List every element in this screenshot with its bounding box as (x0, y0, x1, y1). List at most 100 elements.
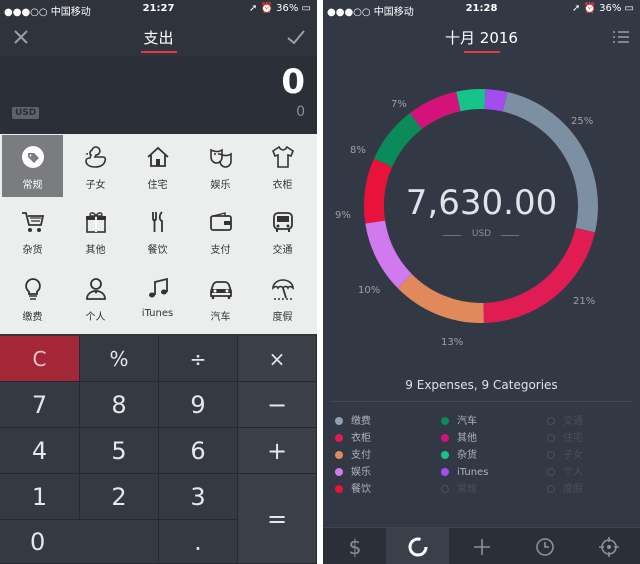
amount-secondary: 0 (296, 104, 305, 120)
target-icon (598, 537, 619, 557)
tab-stats[interactable] (386, 528, 450, 564)
key-8[interactable]: 8 (80, 382, 159, 428)
legend-item[interactable]: 度假 (547, 483, 583, 497)
legend-label: 娱乐 (351, 467, 371, 478)
legend-color-dot (441, 434, 449, 442)
legend-item[interactable]: 衣柜 (335, 432, 371, 446)
legend-item[interactable]: 杂货 (441, 449, 477, 463)
decimal-button[interactable]: . (159, 520, 238, 564)
legend-item[interactable]: 缴费 (335, 415, 371, 429)
expense-entry-screen: ●●●○○ 中国移动 21:27 ➚ ⏰ 36% ▭ 支出 0 0 USD 常规… (0, 0, 317, 564)
legend-color-dot (335, 485, 343, 493)
category-label: 其他 (85, 245, 106, 256)
category-label: 杂货 (22, 245, 43, 256)
donut-segment-green[interactable] (373, 113, 423, 168)
category-tag[interactable]: 常规 (2, 135, 63, 197)
tab-add[interactable] (450, 528, 513, 564)
currency-badge[interactable]: USD (12, 107, 40, 119)
donut-segment-crimson[interactable] (483, 227, 596, 323)
legend-item[interactable]: 子女 (547, 449, 583, 463)
category-gift[interactable]: 其他 (65, 200, 126, 262)
donut-chart-icon (408, 537, 428, 557)
duck-icon (85, 146, 107, 168)
category-theater-masks[interactable]: 娱乐 (190, 135, 251, 197)
checkmark-icon[interactable] (285, 27, 307, 47)
house-icon (147, 146, 169, 167)
gift-icon (86, 212, 106, 233)
category-label: 支付 (210, 245, 231, 256)
category-shopping-cart[interactable]: 杂货 (2, 200, 63, 262)
legend-item[interactable]: 其他 (441, 432, 477, 446)
donut-segment-teal[interactable] (456, 89, 486, 112)
category-wallet[interactable]: 支付 (190, 200, 251, 262)
legend-label: 缴费 (351, 416, 371, 427)
title-underline (463, 51, 500, 53)
key-2[interactable]: 2 (80, 474, 159, 520)
legend-color-dot (547, 434, 555, 442)
legend-item[interactable]: 汽车 (441, 415, 477, 429)
month-title[interactable]: 十月 2016 (323, 27, 640, 48)
divide-button[interactable]: ÷ (159, 336, 238, 382)
legend-label: 其他 (457, 433, 477, 444)
minus-button[interactable]: − (238, 382, 317, 428)
legend-item[interactable]: 餐饮 (335, 483, 371, 497)
percent-button[interactable]: % (80, 336, 159, 382)
category-fork-knife[interactable]: 餐饮 (127, 200, 188, 262)
key-9[interactable]: 9 (159, 382, 238, 428)
category-label: 个人 (85, 312, 106, 323)
legend-item[interactable]: 交通 (547, 415, 583, 429)
category-label: 度假 (272, 312, 293, 323)
label-13: 13% (441, 337, 464, 348)
legend-item[interactable]: 住宅 (547, 432, 583, 446)
battery-label: ➚ ⏰ 36% ▭ (571, 3, 634, 14)
legend-color-dot (335, 451, 343, 459)
status-bar: ●●●○○ 中国移动 21:28 ➚ ⏰ 36% ▭ (323, 0, 640, 18)
category-music-note[interactable]: iTunes (127, 267, 188, 329)
donut-segment-magenta[interactable] (409, 91, 461, 130)
tab-dollar[interactable]: $ (323, 528, 386, 564)
category-beach-umbrella[interactable]: 度假 (252, 267, 313, 329)
statistics-screen: ●●●○○ 中国移动 21:28 ➚ ⏰ 36% ▭ 十月 2016 25% 2… (323, 0, 640, 564)
page-title: 支出 (143, 29, 174, 47)
category-duck[interactable]: 子女 (65, 135, 126, 197)
lightbulb-icon (25, 278, 41, 300)
multiply-button[interactable]: × (238, 336, 317, 382)
key-0[interactable]: 0 (0, 520, 159, 564)
legend-item[interactable]: 支付 (335, 449, 371, 463)
key-5[interactable]: 5 (80, 428, 159, 474)
donut-segment-purple[interactable] (484, 89, 508, 112)
category-tshirt[interactable]: 衣柜 (252, 135, 313, 197)
key-6[interactable]: 6 (159, 428, 238, 474)
plus-icon (473, 539, 490, 555)
shopping-cart-icon (22, 212, 45, 232)
legend-label: 杂货 (457, 450, 477, 461)
category-house[interactable]: 住宅 (127, 135, 188, 197)
key-3[interactable]: 3 (159, 474, 238, 520)
donut-segment-orange[interactable] (397, 273, 484, 323)
legend-color-dot (547, 451, 555, 459)
category-label: iTunes (141, 308, 174, 319)
key-1[interactable]: 1 (0, 474, 80, 520)
category-person[interactable]: 个人 (65, 267, 126, 329)
legend-item[interactable]: 常规 (441, 483, 477, 497)
tab-history[interactable] (513, 528, 576, 564)
category-bus[interactable]: 交通 (252, 200, 313, 262)
tab-target[interactable] (577, 528, 640, 564)
legend-label: 衣柜 (351, 433, 371, 444)
clear-button[interactable]: C (0, 336, 80, 382)
key-4[interactable]: 4 (0, 428, 80, 474)
list-icon[interactable] (610, 27, 632, 47)
legend-item[interactable]: 娱乐 (335, 466, 371, 480)
equals-button[interactable]: = (238, 474, 317, 564)
divider (501, 235, 519, 236)
tab-bar: $ (323, 527, 640, 564)
legend-label: 子女 (563, 450, 583, 461)
legend-item[interactable]: iTunes (441, 466, 488, 480)
category-label: 餐饮 (147, 245, 168, 256)
amount-display: 0 0 USD (0, 56, 317, 134)
legend-item[interactable]: 个人 (547, 466, 583, 480)
category-lightbulb[interactable]: 缴费 (2, 267, 63, 329)
category-car[interactable]: 汽车 (190, 267, 251, 329)
plus-button[interactable]: + (238, 428, 317, 474)
key-7[interactable]: 7 (0, 382, 80, 428)
